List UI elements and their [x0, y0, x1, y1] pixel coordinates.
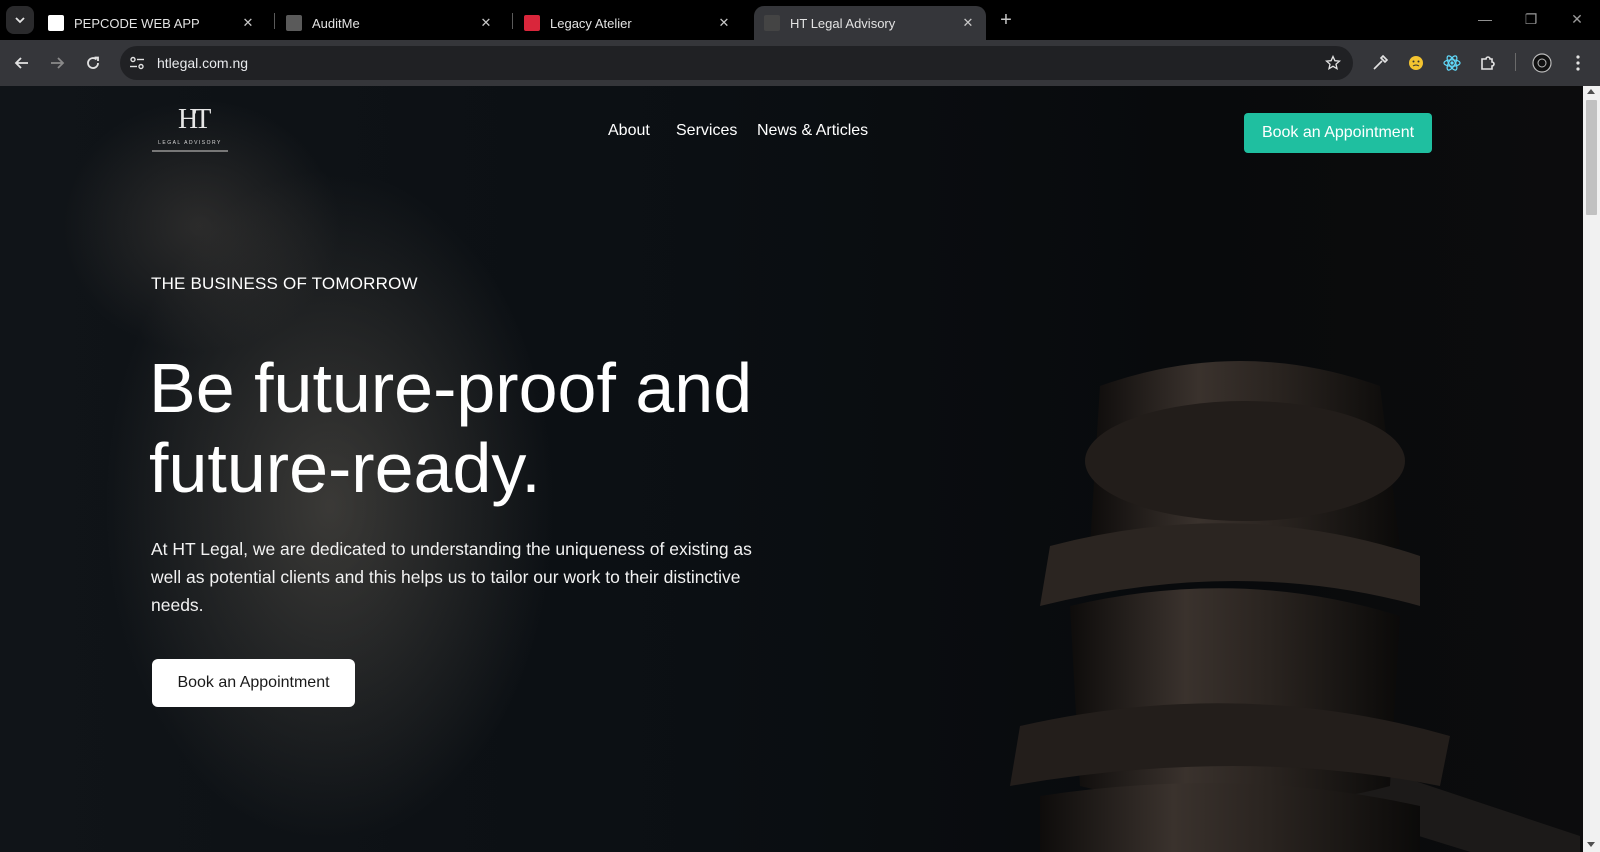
close-tab-icon[interactable]: ✕	[240, 15, 256, 31]
toolbar-divider	[1515, 53, 1516, 71]
tab-auditme[interactable]: AuditMe ✕	[276, 6, 504, 40]
nav-about[interactable]: About	[608, 122, 650, 140]
headline-line-1: Be future-proof and	[149, 349, 753, 427]
hero-book-appointment-button[interactable]: Book an Appointment	[152, 659, 355, 707]
tab-title: PEPCODE WEB APP	[74, 15, 200, 31]
logo-mark: HT	[178, 104, 211, 135]
menu-kebab-icon[interactable]	[1566, 51, 1590, 75]
nav-services[interactable]: Services	[676, 122, 737, 140]
header-book-appointment-button[interactable]: Book an Appointment	[1244, 113, 1432, 153]
address-bar[interactable]: htlegal.com.ng	[120, 46, 1353, 80]
new-tab-button[interactable]: +	[995, 9, 1017, 31]
scrollbar-thumb[interactable]	[1586, 100, 1597, 215]
eyedropper-extension-icon[interactable]	[1368, 51, 1392, 75]
tab-title: AuditMe	[312, 15, 360, 31]
close-tab-icon[interactable]: ✕	[960, 15, 976, 31]
site-info-icon[interactable]	[128, 54, 146, 72]
page-scrollbar[interactable]	[1583, 86, 1600, 852]
react-devtools-icon[interactable]	[1440, 51, 1464, 75]
pepcode-favicon-icon	[48, 15, 64, 31]
auditme-favicon-icon	[286, 15, 302, 31]
close-tab-icon[interactable]: ✕	[478, 15, 494, 31]
tab-strip: PEPCODE WEB APP ✕ AuditMe ✕ Legacy Ateli…	[0, 0, 1600, 40]
back-icon[interactable]	[9, 50, 35, 76]
nav-news-articles[interactable]: News & Articles	[757, 122, 868, 140]
site-logo[interactable]: HT LEGAL ADVISORY	[150, 104, 230, 160]
minimize-button[interactable]: —	[1472, 8, 1498, 30]
reload-icon[interactable]	[80, 50, 106, 76]
restore-button[interactable]: ❐	[1518, 8, 1544, 30]
ht-legal-favicon-icon	[764, 15, 780, 31]
tab-divider	[512, 13, 513, 29]
profile-avatar-icon[interactable]	[1530, 51, 1554, 75]
hero-headline: Be future-proof and future-ready.	[149, 348, 829, 508]
logo-text: LEGAL ADVISORY	[158, 140, 222, 146]
logo-tagline-rule	[152, 150, 228, 152]
forward-icon[interactable]	[44, 50, 70, 76]
url-text[interactable]: htlegal.com.ng	[157, 46, 248, 80]
tab-ht-legal-advisory[interactable]: HT Legal Advisory ✕	[754, 6, 986, 40]
tab-search-icon[interactable]	[6, 6, 34, 34]
hero-section: HT LEGAL ADVISORY About Services News & …	[0, 86, 1583, 852]
scroll-down-arrow-icon[interactable]	[1587, 842, 1595, 847]
tab-legacy-atelier[interactable]: Legacy Atelier ✕	[514, 6, 742, 40]
browser-toolbar: htlegal.com.ng	[0, 40, 1600, 86]
tab-divider	[274, 13, 275, 29]
scroll-up-arrow-icon[interactable]	[1587, 89, 1595, 94]
tab-title: HT Legal Advisory	[790, 15, 896, 31]
close-tab-icon[interactable]: ✕	[716, 15, 732, 31]
hero-description: At HT Legal, we are dedicated to underst…	[151, 539, 752, 615]
headline-line-2: future-ready.	[149, 429, 541, 507]
gavel-image	[1010, 361, 1580, 852]
legacy-atelier-favicon-icon	[524, 15, 540, 31]
tab-title: Legacy Atelier	[550, 15, 632, 31]
bookmark-star-icon[interactable]	[1323, 53, 1343, 73]
close-window-button[interactable]: ✕	[1564, 8, 1590, 30]
extensions-puzzle-icon[interactable]	[1476, 51, 1500, 75]
emoji-extension-icon[interactable]	[1404, 51, 1428, 75]
tab-pepcode[interactable]: PEPCODE WEB APP ✕	[38, 6, 266, 40]
hero-eyebrow: THE BUSINESS OF TOMORROW	[151, 274, 418, 293]
